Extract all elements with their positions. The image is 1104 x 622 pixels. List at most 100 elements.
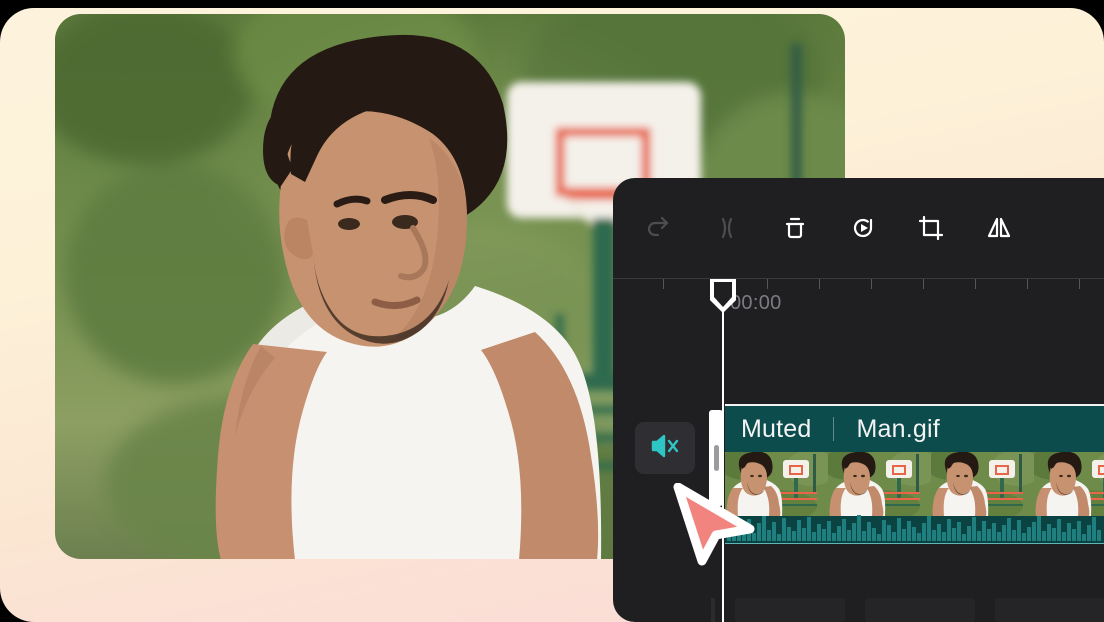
redo-icon — [644, 213, 674, 243]
waveform-bar — [737, 521, 741, 541]
waveform-bar — [982, 521, 986, 541]
waveform-bar — [787, 527, 791, 541]
playhead-timecode: 00:00 — [730, 292, 782, 314]
waveform-bar — [1097, 530, 1101, 541]
waveform-bar — [852, 523, 856, 541]
clip-thumbnail — [828, 452, 931, 516]
waveform-bar — [772, 522, 776, 541]
delete-button[interactable] — [761, 198, 829, 258]
waveform-bar — [917, 533, 921, 541]
speed-button[interactable] — [829, 198, 897, 258]
video-editor-panel: 00:00 Muted Man.gif — [613, 178, 1104, 622]
waveform-bar — [957, 522, 961, 541]
redo-button[interactable] — [625, 198, 693, 258]
split-button[interactable] — [693, 198, 761, 258]
waveform-bar — [767, 530, 771, 541]
waveform-bar — [742, 529, 746, 541]
crop-icon — [916, 213, 946, 243]
waveform-bar — [912, 527, 916, 541]
waveform-bar — [807, 517, 811, 541]
track-placeholder[interactable] — [995, 598, 1104, 622]
waveform-bar — [727, 525, 731, 541]
waveform-bar — [1037, 516, 1041, 541]
waveform-bar — [1047, 524, 1051, 541]
waveform-bar — [1002, 525, 1006, 541]
ruler-tick — [1079, 279, 1080, 289]
track-marker — [711, 598, 715, 622]
waveform-bar — [812, 532, 816, 541]
waveform-bar — [1067, 523, 1071, 541]
ruler-tick — [663, 279, 664, 289]
waveform-bar — [877, 534, 881, 541]
waveform-bar — [1057, 519, 1061, 541]
editor-toolbar — [613, 178, 1104, 278]
waveform-bar — [827, 521, 831, 541]
clip-audio-waveform — [725, 515, 1104, 544]
waveform-bar — [777, 534, 781, 541]
ruler-tick — [975, 279, 976, 289]
waveform-bar — [1022, 533, 1026, 541]
mirror-button[interactable] — [965, 198, 1033, 258]
waveform-bar — [937, 524, 941, 541]
waveform-bar — [752, 533, 756, 541]
waveform-bar — [987, 529, 991, 541]
waveform-bar — [977, 531, 981, 541]
waveform-bar — [1072, 529, 1076, 541]
clip-muted-badge: Muted — [741, 414, 812, 443]
track-placeholder[interactable] — [865, 598, 975, 622]
waveform-bar — [747, 519, 751, 541]
track-placeholder[interactable] — [735, 598, 845, 622]
waveform-bar — [952, 528, 956, 541]
waveform-bar — [862, 531, 866, 541]
crop-button[interactable] — [897, 198, 965, 258]
trim-grip — [713, 445, 719, 471]
mute-toggle-button[interactable] — [635, 422, 695, 474]
waveform-bar — [797, 520, 801, 541]
waveform-bar — [762, 516, 766, 541]
waveform-bar — [897, 518, 901, 541]
waveform-bar — [832, 533, 836, 541]
waveform-bar — [927, 516, 931, 541]
waveform-bar — [972, 517, 976, 541]
timeline-ruler[interactable] — [613, 278, 1104, 304]
waveform-bar — [892, 532, 896, 541]
waveform-bar — [847, 530, 851, 541]
timeline-clip[interactable]: Muted Man.gif — [725, 404, 1104, 544]
waveform-bar — [1007, 518, 1011, 541]
waveform-bar — [887, 525, 891, 541]
waveform-bar — [902, 529, 906, 541]
ruler-tick — [819, 279, 820, 289]
waveform-bar — [842, 519, 846, 541]
waveform-bar — [997, 532, 1001, 541]
speaker-mute-icon — [650, 433, 680, 464]
ruler-tick — [1027, 279, 1028, 289]
waveform-bar — [932, 530, 936, 541]
waveform-bar — [792, 531, 796, 541]
waveform-bar — [1042, 531, 1046, 541]
waveform-bar — [907, 521, 911, 541]
clip-thumbnail — [725, 452, 828, 516]
ruler-tick — [871, 279, 872, 289]
waveform-bar — [1017, 520, 1021, 541]
split-icon — [712, 213, 742, 243]
clip-thumbnail — [931, 452, 1034, 516]
waveform-bar — [1062, 532, 1066, 541]
empty-track-row — [613, 590, 1104, 622]
ruler-tick — [767, 279, 768, 289]
ruler-tick — [923, 279, 924, 289]
waveform-bar — [782, 518, 786, 541]
speed-icon — [848, 213, 878, 243]
video-track-row: Muted Man.gif — [613, 404, 1104, 544]
waveform-bar — [817, 524, 821, 541]
waveform-bar — [992, 523, 996, 541]
clip-header-divider — [833, 417, 835, 441]
waveform-bar — [1082, 534, 1086, 541]
waveform-bar — [822, 529, 826, 541]
waveform-bar — [1092, 517, 1096, 541]
waveform-bar — [962, 534, 966, 541]
clip-trim-handle-left[interactable] — [709, 410, 723, 506]
waveform-bar — [922, 523, 926, 541]
waveform-bar — [942, 532, 946, 541]
waveform-bar — [802, 528, 806, 541]
waveform-bar — [882, 520, 886, 541]
